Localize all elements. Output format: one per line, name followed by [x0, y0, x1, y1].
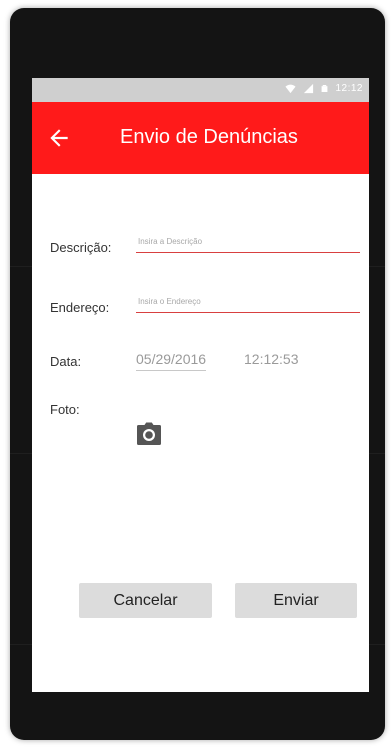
description-label: Descrição:: [50, 240, 112, 255]
signal-icon: [304, 83, 314, 94]
address-input[interactable]: [136, 292, 360, 313]
description-input[interactable]: [136, 232, 360, 253]
battery-icon: [322, 85, 328, 92]
camera-icon[interactable]: [136, 422, 162, 446]
time-picker[interactable]: 12:12:53: [244, 351, 299, 367]
date-picker[interactable]: 05/29/2016: [136, 351, 207, 371]
date-label: Data:: [50, 354, 82, 369]
wifi-icon: [285, 84, 297, 94]
app-screen: 12:12 Envio de Denúncias Descrição: Ende…: [32, 78, 369, 692]
address-label: Endereço:: [50, 300, 110, 315]
send-button[interactable]: Enviar: [235, 583, 357, 618]
back-arrow-icon[interactable]: [46, 125, 72, 151]
photo-label: Foto:: [50, 402, 80, 417]
cancel-button[interactable]: Cancelar: [79, 583, 212, 618]
status-time: 12:12: [335, 83, 363, 94]
app-bar: Envio de Denúncias: [32, 102, 369, 174]
phone-frame: 12:12 Envio de Denúncias Descrição: Ende…: [10, 8, 385, 740]
page-title: Envio de Denúncias: [120, 126, 298, 148]
status-bar: 12:12: [32, 78, 369, 102]
